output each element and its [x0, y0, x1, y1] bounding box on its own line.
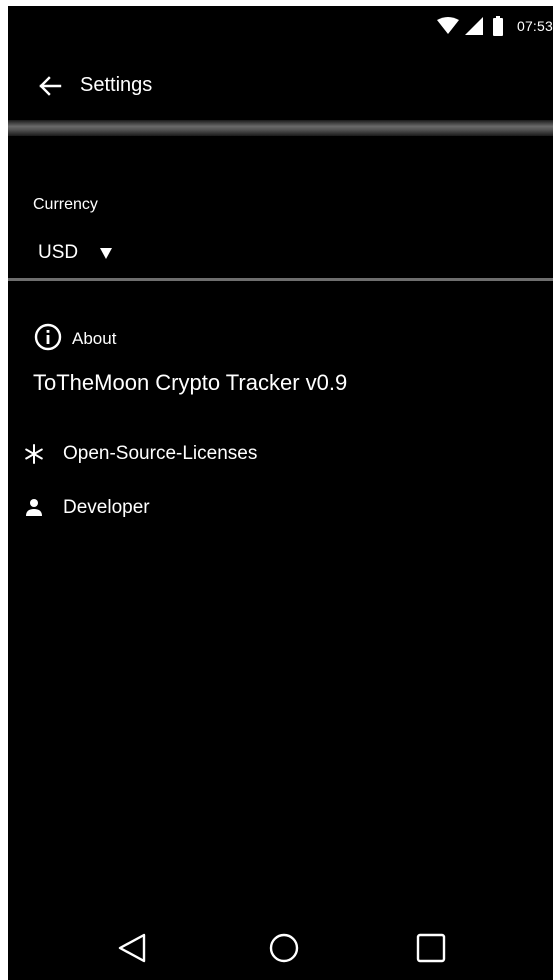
battery-icon	[492, 16, 503, 36]
open-source-licenses-item[interactable]: Open-Source-Licenses	[20, 436, 257, 472]
developer-label: Developer	[63, 497, 150, 518]
currency-selected-value: USD	[38, 242, 79, 263]
nav-home-button[interactable]	[264, 932, 304, 968]
open-source-licenses-label: Open-Source-Licenses	[63, 443, 258, 464]
navigation-bar	[8, 916, 553, 980]
about-header: About	[34, 323, 117, 356]
asterisk-icon	[20, 444, 48, 464]
page-title: Settings	[80, 74, 153, 96]
info-icon	[34, 323, 62, 356]
signal-icon	[464, 17, 483, 35]
currency-label: Currency	[33, 196, 98, 213]
developer-item[interactable]: Developer	[20, 490, 150, 526]
dropdown-arrow-icon	[100, 247, 113, 259]
toolbar: Settings	[8, 46, 553, 122]
nav-home-icon	[268, 932, 300, 969]
app-version: ToTheMoon Crypto Tracker v0.9	[33, 370, 348, 395]
toolbar-shadow	[8, 120, 553, 136]
nav-recents-icon	[415, 932, 447, 969]
back-button[interactable]	[34, 72, 66, 104]
wifi-icon	[436, 17, 459, 35]
nav-back-button[interactable]	[112, 932, 152, 968]
currency-dropdown[interactable]: USD	[28, 232, 140, 274]
nav-recents-button[interactable]	[411, 932, 451, 968]
section-divider	[8, 278, 553, 281]
about-label: About	[72, 329, 117, 348]
status-bar: 07:53	[8, 6, 553, 46]
arrow-back-icon	[38, 75, 62, 101]
settings-screen: 07:53 Settings Currency USD About ToTheM…	[8, 6, 553, 980]
status-time: 07:53	[516, 18, 553, 34]
status-icons: 07:53	[436, 16, 553, 36]
nav-back-icon	[116, 932, 148, 969]
person-icon	[20, 498, 48, 518]
